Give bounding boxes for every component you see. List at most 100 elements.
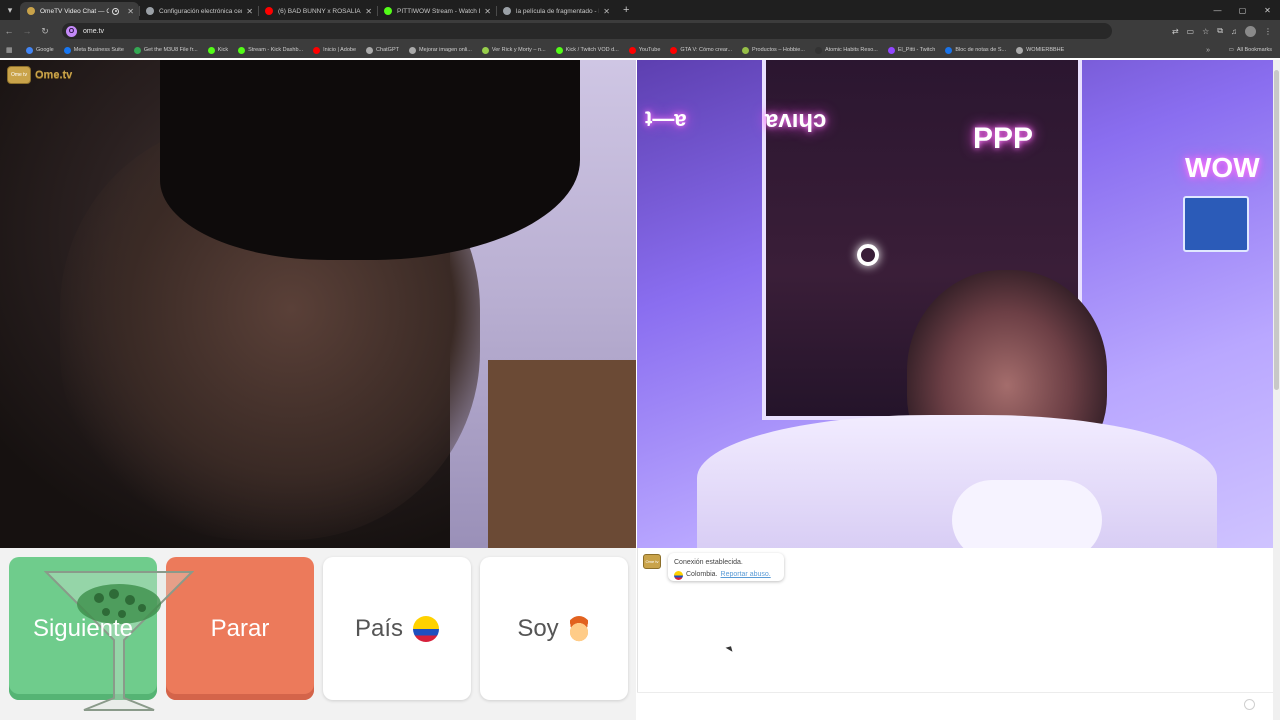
close-tab-icon[interactable]: ✕: [484, 7, 491, 16]
translate-icon[interactable]: ⇄: [1172, 27, 1179, 36]
bookmark-item[interactable]: Inicio | Adobe: [313, 46, 356, 54]
back-icon[interactable]: ←: [0, 26, 18, 36]
emoji-icon[interactable]: [1244, 699, 1255, 710]
tab-kick[interactable]: PITTIWOW Stream - Watch Live ✕: [377, 2, 496, 20]
bookmark-item[interactable]: Google: [26, 46, 54, 54]
ometv-logo[interactable]: Ome tv Ome.tv: [7, 66, 72, 84]
bookmark-item[interactable]: Ver Rick y Morty – n...: [481, 46, 546, 54]
bookmark-label: Kick / Twitch VOD d...: [565, 47, 619, 53]
bookmark-favicon-icon: [742, 46, 750, 54]
country-row: Colombia. Reportar abuso.: [674, 569, 778, 581]
kick-favicon-icon: [384, 7, 392, 15]
tab-title: PITTIWOW Stream - Watch Live: [397, 7, 480, 15]
bookmark-item[interactable]: Stream - Kick Dashb...: [238, 46, 304, 54]
site-info-icon[interactable]: O: [66, 25, 77, 37]
bookmark-favicon-icon: [670, 46, 678, 54]
bookmark-item[interactable]: Kick: [207, 46, 229, 54]
extensions-icon[interactable]: ⧉: [1217, 26, 1223, 36]
bookmark-list: Google Meta Business Suite Get the M3U8 Fi…: [26, 46, 1074, 54]
system-message: Conexión establecida. Colombia. Reportar…: [668, 553, 784, 581]
bookmark-label: Kick: [217, 47, 229, 53]
stop-label: Parar: [210, 614, 270, 642]
bookmark-item[interactable]: Meta Business Suite: [63, 46, 124, 54]
bookmark-label: Google: [36, 47, 54, 53]
minimize-icon[interactable]: —: [1205, 6, 1230, 15]
report-abuse-link[interactable]: Reportar abuso.: [721, 569, 771, 581]
tab-strip: ▾ OmeTV Video Chat — Ome ✕ Configuración…: [0, 0, 1280, 20]
country-filter-button[interactable]: País: [323, 557, 471, 700]
all-bookmarks-button[interactable]: ▭ All Bookmarks: [1229, 47, 1272, 53]
tab-title: (6) BAD BUNNY x ROSALÍA - La: [278, 7, 361, 15]
bookmark-favicon-icon: [814, 46, 822, 54]
ometv-avatar-icon: Ome tv: [643, 554, 661, 569]
bookmark-item[interactable]: Kick / Twitch VOD d...: [555, 46, 619, 54]
bookmark-label: Stream - Kick Dashb...: [248, 47, 304, 53]
bookmark-favicon-icon: [313, 46, 321, 54]
stranger-video: [0, 60, 636, 548]
bookmark-item[interactable]: Atomic Habits Reso...: [814, 46, 878, 54]
bookmark-label: WOMIERBBHE: [1026, 47, 1065, 53]
connection-status: Conexión establecida.: [674, 559, 743, 566]
maximize-icon[interactable]: ▢: [1230, 6, 1255, 15]
bookmark-item[interactable]: Bloc de notas de S...: [945, 46, 1006, 54]
ometv-favicon-icon: [27, 7, 35, 15]
close-tab-icon[interactable]: ✕: [246, 7, 253, 16]
recording-icon: [112, 7, 120, 15]
menu-kebab-icon[interactable]: ⋮: [1264, 27, 1272, 36]
tv-logo-icon: Ome tv: [7, 66, 31, 84]
bookmark-favicon-icon: [481, 46, 489, 54]
new-tab-button[interactable]: +: [623, 4, 629, 16]
tab-title: la película de fragmentado - Bu: [516, 7, 600, 15]
country-label: País: [354, 614, 404, 642]
iam-label: Soy: [517, 614, 559, 642]
globe-favicon-icon: [146, 7, 154, 15]
apps-grid-icon[interactable]: ▦: [6, 46, 16, 54]
bookmark-label: El_Pitti - Twitch: [897, 47, 936, 53]
bookmark-label: Ver Rick y Morty – n...: [491, 47, 546, 53]
chat-panel: Ome tv Conexión establecida. Colombia. R…: [637, 548, 1273, 708]
close-tab-icon[interactable]: ✕: [365, 7, 372, 16]
close-tab-icon[interactable]: ✕: [127, 7, 134, 16]
more-bookmarks-icon[interactable]: »: [1206, 47, 1210, 54]
self-video: ʇ—ɐ ɐʌıɥɔ PPP WOW: [637, 60, 1273, 548]
url-text: ome.tv: [83, 27, 105, 35]
page-scrollbar[interactable]: [1273, 60, 1280, 720]
url-field[interactable]: O ome.tv: [62, 23, 1112, 39]
window-controls: — ▢ ✕: [1205, 0, 1280, 20]
scrollbar-thumb[interactable]: [1274, 70, 1279, 390]
media-icon[interactable]: ♫: [1231, 27, 1237, 36]
reload-icon[interactable]: ↻: [36, 26, 54, 37]
bookmark-favicon-icon: [238, 46, 246, 54]
bookmark-favicon-icon: [207, 46, 215, 54]
bookmark-favicon-icon: [366, 46, 374, 54]
bookmark-item[interactable]: Productos – Hobbie...: [742, 46, 805, 54]
gender-button[interactable]: Soy: [480, 557, 628, 700]
cast-icon[interactable]: ▭: [1187, 27, 1195, 36]
close-tab-icon[interactable]: ✕: [603, 7, 610, 16]
tab-pelicula[interactable]: la película de fragmentado - Bu ✕: [496, 2, 615, 20]
toolbar-icons: ⇄ ▭ ☆ ⧉ ♫ ⋮: [1172, 25, 1272, 37]
bookmark-item[interactable]: WOMIERBBHE: [1016, 46, 1065, 54]
tab-youtube[interactable]: (6) BAD BUNNY x ROSALÍA - La ✕: [258, 2, 377, 20]
bookmark-label: ChatGPT: [376, 47, 399, 53]
bookmark-favicon-icon: [555, 46, 563, 54]
boy-icon: [566, 615, 591, 642]
tab-configuracion[interactable]: Configuración electrónica cerio ✕: [139, 2, 258, 20]
forward-icon[interactable]: →: [18, 26, 36, 36]
bookmark-item[interactable]: Mejorar imagen onli...: [408, 46, 472, 54]
bookmark-favicon-icon: [408, 46, 416, 54]
close-window-icon[interactable]: ✕: [1255, 6, 1280, 15]
tab-search-icon[interactable]: ▾: [0, 0, 20, 20]
bookmark-item[interactable]: YouTube: [628, 46, 660, 54]
bookmark-item[interactable]: El_Pitti - Twitch: [887, 46, 936, 54]
tab-ometv[interactable]: OmeTV Video Chat — Ome ✕: [20, 2, 139, 20]
bookmark-item[interactable]: ChatGPT: [366, 46, 399, 54]
bookmark-star-icon[interactable]: ☆: [1202, 27, 1209, 36]
bookmark-item[interactable]: Get the M3U8 File fr...: [133, 46, 198, 54]
bookmark-favicon-icon: [26, 46, 33, 54]
all-bookmarks-label: All Bookmarks: [1236, 47, 1272, 53]
chat-input[interactable]: [637, 692, 1273, 720]
bookmark-item[interactable]: GTA V: Cómo crear...: [670, 46, 732, 54]
profile-avatar-icon[interactable]: [1245, 25, 1256, 37]
bookmark-favicon-icon: [1016, 46, 1024, 54]
